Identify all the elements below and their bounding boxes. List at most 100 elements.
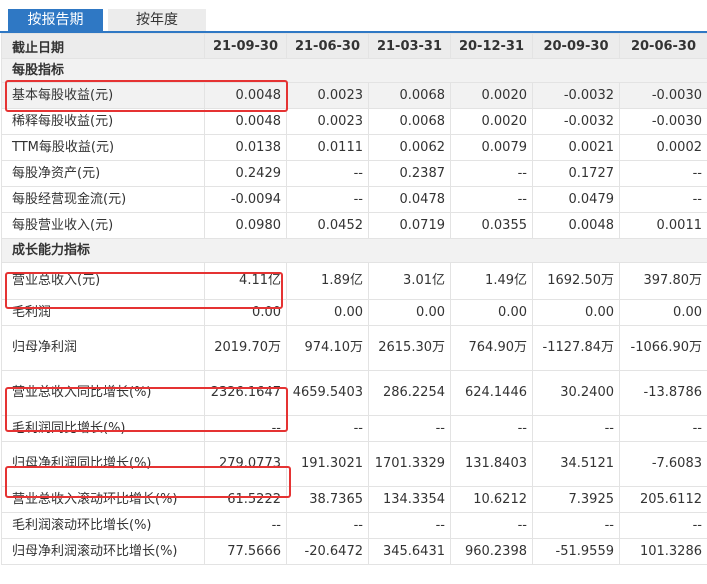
row-label: 每股营业收入(元) bbox=[1, 212, 205, 239]
table-row: 毛利润同比增长(%) -- -- -- -- -- -- bbox=[1, 415, 707, 442]
value-cell: -20.6472 bbox=[286, 538, 369, 565]
value-cell: -- bbox=[619, 415, 707, 442]
section-header-row: 每股指标 bbox=[1, 58, 707, 83]
value-cell: 0.2429 bbox=[204, 160, 287, 187]
value-cell: -- bbox=[286, 415, 369, 442]
header-date: 20-12-31 bbox=[450, 33, 533, 59]
value-cell: 624.1446 bbox=[450, 370, 533, 416]
value-cell: -0.0030 bbox=[619, 108, 707, 135]
header-date: 20-09-30 bbox=[532, 33, 620, 59]
value-cell: 191.3021 bbox=[286, 441, 369, 487]
value-cell: 2615.30万 bbox=[368, 325, 451, 371]
table-row: 归母净利润同比增长(%) 279.0773 191.3021 1701.3329 131… bbox=[1, 441, 707, 487]
value-cell: 0.0020 bbox=[450, 108, 533, 135]
row-label: 归母净利润 bbox=[1, 325, 205, 371]
header-date: 20-06-30 bbox=[619, 33, 707, 59]
table-row: 每股经营现金流(元) -0.0094 -- 0.0478 -- 0.0479 -- bbox=[1, 186, 707, 213]
row-label: 归母净利润滚动环比增长(%) bbox=[1, 538, 205, 565]
row-label: 营业总收入滚动环比增长(%) bbox=[1, 486, 205, 513]
value-cell: 0.0048 bbox=[204, 82, 287, 109]
value-cell: 345.6431 bbox=[368, 538, 451, 565]
value-cell: 0.0068 bbox=[368, 108, 451, 135]
value-cell: 101.3286 bbox=[619, 538, 707, 565]
value-cell: 0.0020 bbox=[450, 82, 533, 109]
row-label: 稀释每股收益(元) bbox=[1, 108, 205, 135]
value-cell: -- bbox=[532, 512, 620, 539]
value-cell: 0.0068 bbox=[368, 82, 451, 109]
tab-by-year[interactable]: 按年度 bbox=[108, 9, 206, 31]
value-cell: -0.0030 bbox=[619, 82, 707, 109]
table-row: 营业总收入滚动环比增长(%) 61.5222 38.7365 134.3354 10.6… bbox=[1, 486, 707, 513]
value-cell: 205.6112 bbox=[619, 486, 707, 513]
value-cell: 279.0773 bbox=[204, 441, 287, 487]
value-cell: 764.90万 bbox=[450, 325, 533, 371]
value-cell: 0.0719 bbox=[368, 212, 451, 239]
table-row: 营业总收入同比增长(%) 2326.1647 4659.5403 286.2254 62… bbox=[1, 370, 707, 416]
value-cell: 77.5666 bbox=[204, 538, 287, 565]
table-body: 每股指标 基本每股收益(元) 0.0048 0.0023 0.0068 0.0020 -0.… bbox=[1, 58, 707, 565]
table-row: 毛利润滚动环比增长(%) -- -- -- -- -- -- bbox=[1, 512, 707, 539]
value-cell: -- bbox=[619, 512, 707, 539]
value-cell: -- bbox=[450, 160, 533, 187]
value-cell: 0.00 bbox=[286, 299, 369, 326]
value-cell: 7.3925 bbox=[532, 486, 620, 513]
value-cell: 4659.5403 bbox=[286, 370, 369, 416]
value-cell: -13.8786 bbox=[619, 370, 707, 416]
section-title: 成长能力指标 bbox=[1, 238, 707, 263]
value-cell: 0.0452 bbox=[286, 212, 369, 239]
value-cell: 134.3354 bbox=[368, 486, 451, 513]
value-cell: 0.1727 bbox=[532, 160, 620, 187]
value-cell: 0.0479 bbox=[532, 186, 620, 213]
value-cell: 61.5222 bbox=[204, 486, 287, 513]
row-label: 毛利润同比增长(%) bbox=[1, 415, 205, 442]
row-label: 毛利润滚动环比增长(%) bbox=[1, 512, 205, 539]
value-cell: 30.2400 bbox=[532, 370, 620, 416]
value-cell: -0.0094 bbox=[204, 186, 287, 213]
financial-indicators-table: 截止日期 21-09-30 21-06-30 21-03-31 20-12-31… bbox=[1, 33, 707, 565]
value-cell: 960.2398 bbox=[450, 538, 533, 565]
value-cell: 1.49亿 bbox=[450, 262, 533, 300]
value-cell: 4.11亿 bbox=[204, 262, 287, 300]
value-cell: -- bbox=[619, 186, 707, 213]
value-cell: -- bbox=[286, 186, 369, 213]
row-label: 每股经营现金流(元) bbox=[1, 186, 205, 213]
value-cell: 0.0011 bbox=[619, 212, 707, 239]
value-cell: 0.0021 bbox=[532, 134, 620, 161]
value-cell: -- bbox=[450, 512, 533, 539]
row-label: 基本每股收益(元) bbox=[1, 82, 205, 109]
value-cell: 0.0048 bbox=[532, 212, 620, 239]
table-row: 归母净利润滚动环比增长(%) 77.5666 -20.6472 345.6431 960… bbox=[1, 538, 707, 565]
value-cell: 0.2387 bbox=[368, 160, 451, 187]
value-cell: 0.00 bbox=[619, 299, 707, 326]
section-title: 每股指标 bbox=[1, 58, 707, 83]
value-cell: 0.0980 bbox=[204, 212, 287, 239]
header-row: 截止日期 21-09-30 21-06-30 21-03-31 20-12-31… bbox=[1, 33, 707, 59]
value-cell: 0.0023 bbox=[286, 82, 369, 109]
value-cell: -1066.90万 bbox=[619, 325, 707, 371]
value-cell: 1701.3329 bbox=[368, 441, 451, 487]
value-cell: 131.8403 bbox=[450, 441, 533, 487]
value-cell: -1127.84万 bbox=[532, 325, 620, 371]
value-cell: -- bbox=[368, 415, 451, 442]
value-cell: 0.0111 bbox=[286, 134, 369, 161]
row-label: 营业总收入(元) bbox=[1, 262, 205, 300]
value-cell: 397.80万 bbox=[619, 262, 707, 300]
table-row: 稀释每股收益(元) 0.0048 0.0023 0.0068 0.0020 -0.0032… bbox=[1, 108, 707, 135]
tab-by-period[interactable]: 按报告期 bbox=[8, 9, 103, 31]
value-cell: 286.2254 bbox=[368, 370, 451, 416]
value-cell: -- bbox=[286, 160, 369, 187]
value-cell: 0.0079 bbox=[450, 134, 533, 161]
value-cell: 0.0062 bbox=[368, 134, 451, 161]
value-cell: 38.7365 bbox=[286, 486, 369, 513]
tab-bar: 按报告期 按年度 bbox=[0, 0, 707, 34]
row-label: 每股净资产(元) bbox=[1, 160, 205, 187]
value-cell: -- bbox=[368, 512, 451, 539]
value-cell: 0.00 bbox=[204, 299, 287, 326]
value-cell: 0.0138 bbox=[204, 134, 287, 161]
table-row: 每股净资产(元) 0.2429 -- 0.2387 -- 0.1727 -- bbox=[1, 160, 707, 187]
section-header-row: 成长能力指标 bbox=[1, 238, 707, 263]
table-row: 每股营业收入(元) 0.0980 0.0452 0.0719 0.0355 0.0048 0… bbox=[1, 212, 707, 239]
header-label: 截止日期 bbox=[1, 33, 205, 59]
value-cell: -- bbox=[286, 512, 369, 539]
value-cell: 0.0355 bbox=[450, 212, 533, 239]
